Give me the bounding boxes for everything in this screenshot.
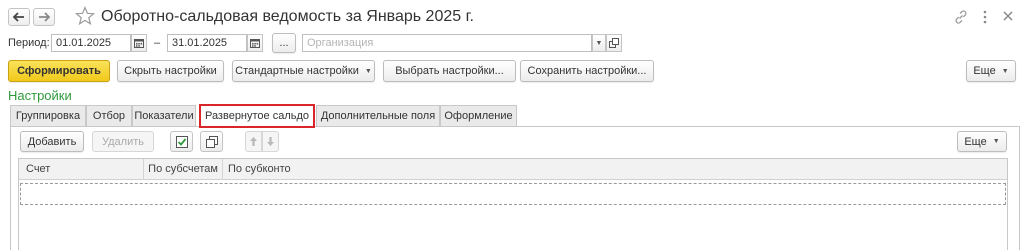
star-icon	[74, 5, 96, 26]
table-more-button[interactable]: Еще ▼	[957, 131, 1007, 152]
table-more-label: Еще	[964, 135, 987, 148]
more-vert-icon	[983, 10, 987, 24]
column-label: Счет	[26, 163, 51, 175]
tab-label: Оформление	[444, 110, 513, 122]
more-vert-button[interactable]	[980, 9, 990, 25]
choose-settings-label: Выбрать настройки...	[395, 65, 504, 77]
checkbox-checked-icon	[175, 135, 188, 148]
generate-label: Сформировать	[17, 65, 101, 77]
period-from-value: 01.01.2025	[56, 37, 112, 49]
organization-field[interactable]: Организация	[302, 34, 592, 52]
move-down-button[interactable]	[262, 131, 279, 152]
add-label: Добавить	[27, 135, 77, 148]
tab-label: Дополнительные поля	[320, 110, 436, 122]
save-settings-button[interactable]: Сохранить настройки...	[520, 60, 654, 82]
organization-open-button[interactable]	[606, 34, 622, 52]
calendar-icon	[250, 39, 260, 48]
period-to-value: 31.01.2025	[172, 37, 228, 49]
tab-label: Развернутое сальдо	[204, 110, 310, 122]
tab-label: Показатели	[134, 110, 194, 122]
generate-button[interactable]: Сформировать	[8, 60, 110, 82]
tab-grouping[interactable]: Группировка	[10, 105, 86, 126]
check-all-button[interactable]	[170, 131, 193, 152]
open-form-icon	[609, 38, 619, 48]
period-separator: –	[154, 37, 161, 49]
tab-indicators[interactable]: Показатели	[132, 105, 196, 126]
tab-filter[interactable]: Отбор	[86, 105, 132, 126]
save-settings-label: Сохранить настройки...	[527, 65, 647, 77]
chevron-down-icon: ▼	[992, 138, 1000, 145]
period-from-calendar-button[interactable]	[131, 34, 147, 52]
arrow-left-icon	[13, 12, 24, 22]
delete-button[interactable]: Удалить	[92, 131, 154, 152]
page-title: Оборотно-сальдовая ведомость за Январь 2…	[101, 8, 474, 25]
tab-design[interactable]: Оформление	[440, 105, 517, 126]
close-icon	[1003, 11, 1013, 21]
arrow-up-icon	[250, 137, 257, 146]
column-label: По субсчетам	[148, 163, 218, 175]
chevron-down-icon: ▼	[595, 39, 603, 47]
delete-label: Удалить	[102, 135, 144, 148]
hide-settings-label: Скрыть настройки	[124, 65, 217, 77]
chevron-down-icon: ▼	[364, 67, 372, 75]
arrow-right-icon	[39, 12, 50, 22]
column-header-by-subaccounts[interactable]: По субсчетам	[144, 159, 223, 180]
period-select-label: ...	[279, 37, 289, 49]
period-from-field[interactable]: 01.01.2025	[51, 34, 131, 52]
close-button[interactable]	[1001, 9, 1015, 23]
more-button[interactable]: Еще ▼	[966, 60, 1016, 82]
move-up-button[interactable]	[245, 131, 262, 152]
column-label: По субконто	[228, 163, 291, 175]
table-row[interactable]	[20, 183, 1006, 205]
tab-label: Группировка	[15, 110, 81, 122]
more-label: Еще	[973, 65, 996, 77]
period-label: Период:	[8, 37, 50, 49]
calendar-icon	[134, 39, 144, 48]
chevron-down-icon: ▼	[1001, 67, 1009, 75]
tab-label: Отбор	[92, 110, 126, 122]
settings-table: Счет По субсчетам По субконто	[18, 158, 1008, 250]
table-header: Счет По субсчетам По субконто	[19, 159, 1007, 180]
choose-settings-button[interactable]: Выбрать настройки...	[383, 60, 516, 82]
copy-icon	[205, 135, 218, 148]
organization-dropdown-button[interactable]: ▼	[592, 34, 606, 52]
copy-button[interactable]	[200, 131, 223, 152]
column-header-by-subconto[interactable]: По субконто	[223, 159, 1007, 180]
link-icon	[955, 10, 967, 24]
arrow-down-icon	[267, 137, 274, 146]
period-to-calendar-button[interactable]	[247, 34, 263, 52]
tab-additional-fields[interactable]: Дополнительные поля	[316, 105, 440, 126]
column-header-account[interactable]: Счет	[19, 159, 144, 180]
tab-detailed-balance[interactable]: Развернутое сальдо	[199, 104, 315, 128]
organization-placeholder: Организация	[307, 37, 374, 49]
period-select-button[interactable]: ...	[272, 33, 296, 53]
settings-heading: Настройки	[8, 88, 72, 103]
forward-button[interactable]	[33, 8, 55, 26]
standard-settings-button[interactable]: Стандартные настройки ▼	[232, 60, 375, 82]
hide-settings-button[interactable]: Скрыть настройки	[117, 60, 224, 82]
add-button[interactable]: Добавить	[20, 131, 84, 152]
standard-settings-label: Стандартные настройки	[235, 65, 359, 77]
favorite-button[interactable]	[74, 5, 96, 26]
link-button[interactable]	[953, 9, 969, 25]
back-button[interactable]	[8, 8, 30, 26]
period-to-field[interactable]: 31.01.2025	[167, 34, 247, 52]
